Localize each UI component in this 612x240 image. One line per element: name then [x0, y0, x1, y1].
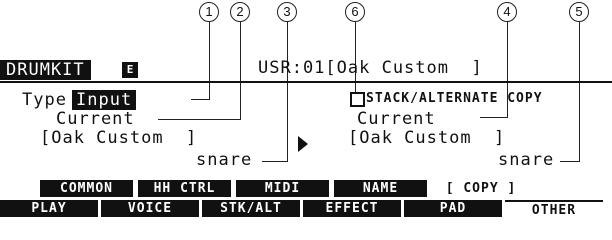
tab-effect[interactable]: EFFECT — [303, 200, 401, 217]
dest-current[interactable]: Current — [357, 109, 436, 129]
header-rule — [0, 81, 612, 83]
stack-alternate-label: STACK/ALTERNATE COPY — [366, 91, 543, 106]
callout-6: 6 — [345, 2, 365, 22]
leader-3 — [287, 22, 288, 162]
callout-5: 5 — [569, 2, 589, 22]
tab-play[interactable]: PLAY — [0, 200, 98, 217]
callout-3: 3 — [277, 2, 297, 22]
kit-name: USR:01[Oak Custom ] — [258, 58, 483, 78]
copy-arrow-icon — [298, 136, 308, 152]
tab-copy[interactable]: [ COPY ] — [432, 180, 530, 197]
leader-5 — [579, 22, 580, 162]
tab-name[interactable]: NAME — [334, 180, 427, 197]
leader-3-h — [262, 161, 288, 162]
callout-1: 1 — [199, 2, 219, 22]
tab-pad[interactable]: PAD — [404, 200, 502, 217]
leader-2-h — [158, 119, 241, 120]
tab-voice[interactable]: VOICE — [101, 200, 199, 217]
dest-pad[interactable]: snare — [498, 150, 554, 170]
leader-4-h — [480, 117, 508, 118]
source-pad[interactable]: snare — [196, 150, 252, 170]
upper-tab-row: COMMON HH CTRL MIDI NAME [ COPY ] — [40, 180, 530, 197]
tab-stk-alt[interactable]: STK/ALT — [202, 200, 300, 217]
callout-2: 2 — [230, 2, 250, 22]
dest-kit[interactable]: [Oak Custom ] — [348, 128, 505, 148]
edit-badge: E — [122, 62, 138, 78]
drumkit-label: DRUMKIT — [0, 60, 91, 80]
source-current[interactable]: Current — [56, 109, 135, 129]
tab-other[interactable]: OTHER — [505, 200, 603, 219]
leader-1-h — [191, 99, 210, 100]
tab-midi[interactable]: MIDI — [236, 180, 329, 197]
leader-2 — [240, 22, 241, 120]
leader-1 — [209, 22, 210, 100]
lower-tab-row: PLAY VOICE STK/ALT EFFECT PAD OTHER — [0, 200, 603, 219]
type-label: Type — [22, 90, 67, 110]
stack-alternate-checkbox[interactable] — [350, 92, 365, 107]
source-kit[interactable]: [Oak Custom ] — [40, 128, 197, 148]
type-value[interactable]: Input — [72, 90, 137, 110]
tab-hh-ctrl[interactable]: HH CTRL — [138, 180, 231, 197]
callout-4: 4 — [497, 2, 517, 22]
tab-common[interactable]: COMMON — [40, 180, 133, 197]
leader-5-h — [560, 161, 580, 162]
